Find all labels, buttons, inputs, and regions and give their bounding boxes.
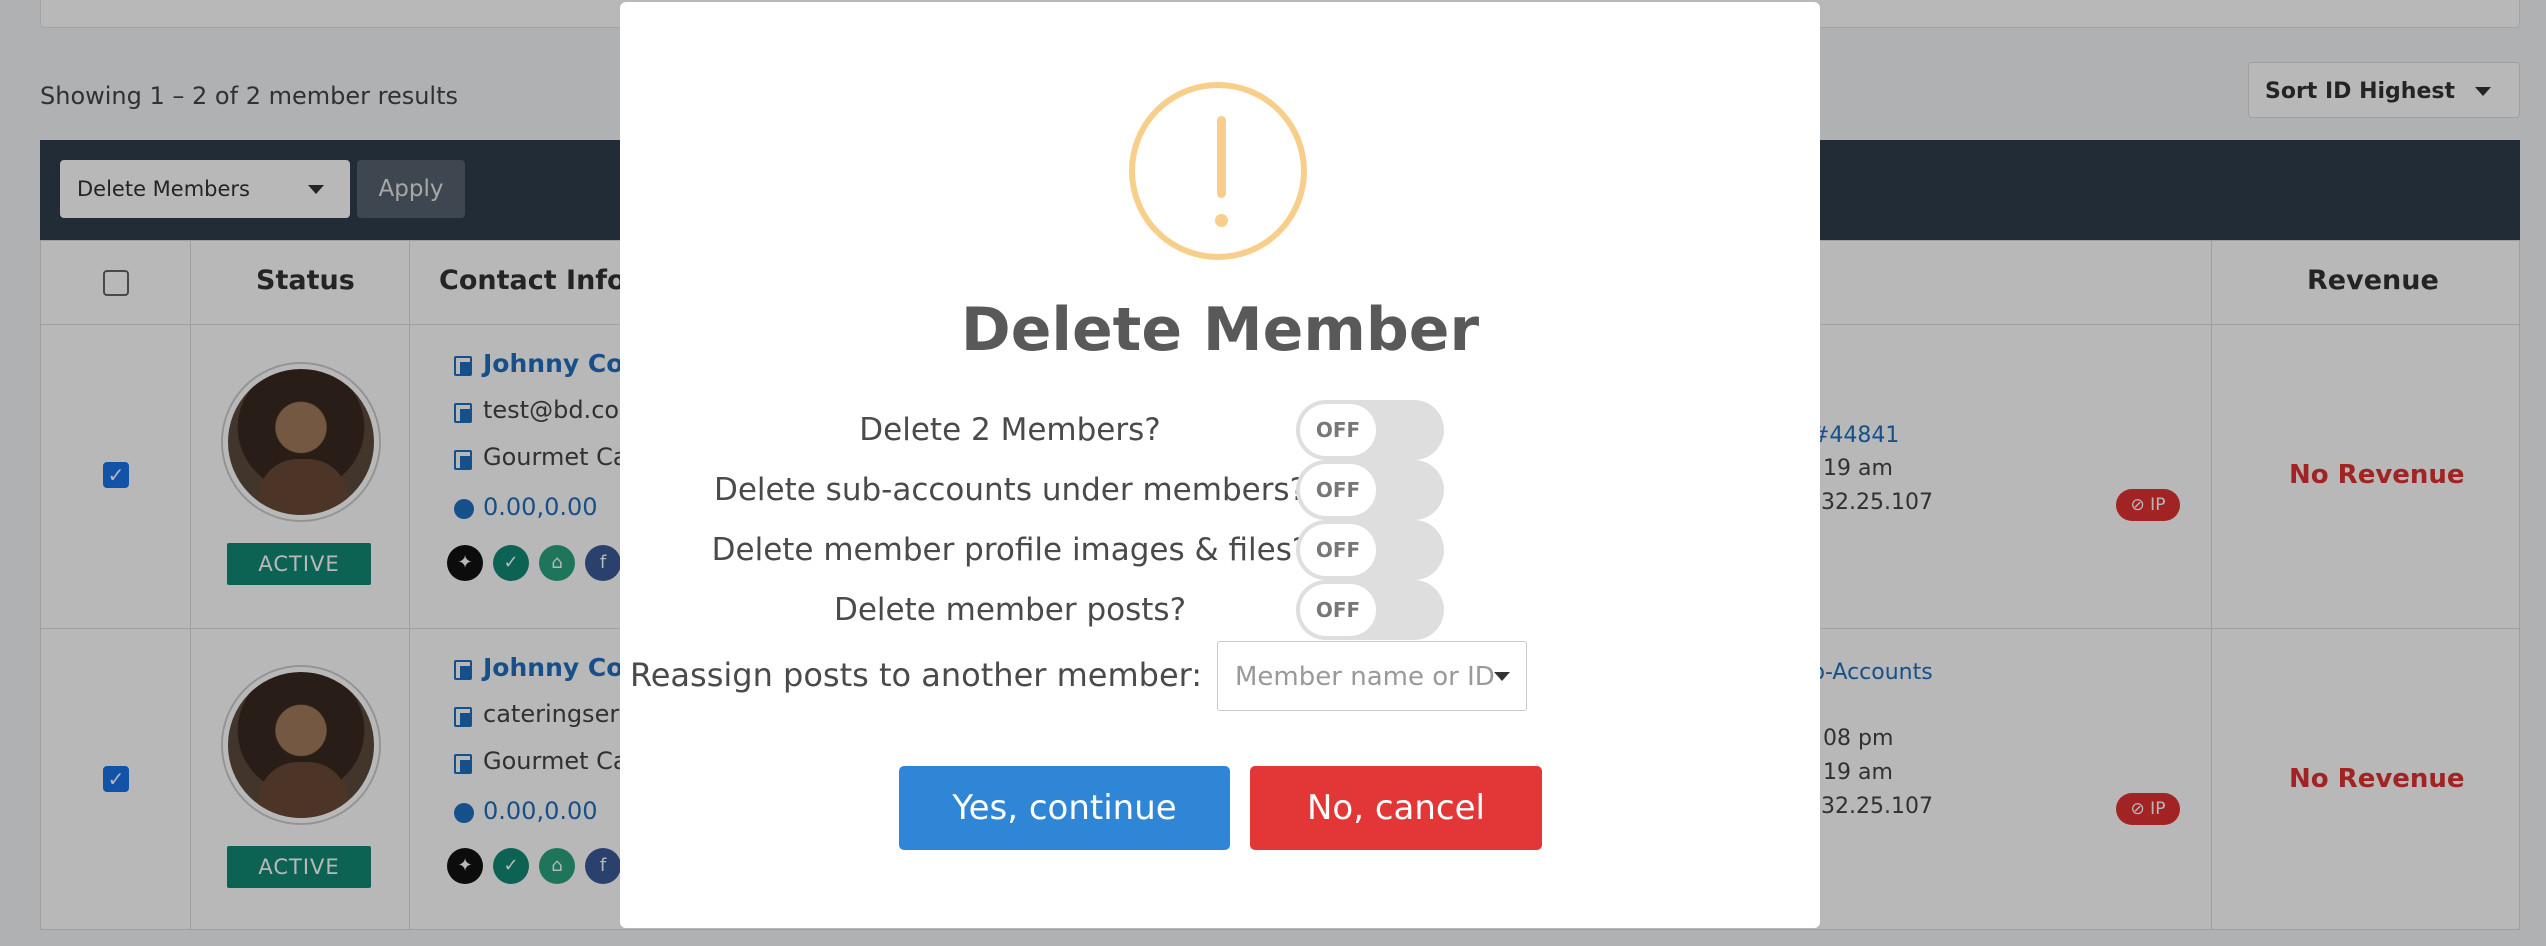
cancel-button[interactable]: No, cancel	[1250, 766, 1542, 850]
delete-posts-toggle[interactable]: OFF	[1296, 580, 1444, 640]
option-delete-files: Delete member profile images & files? OF…	[620, 520, 1820, 580]
toggle-state: OFF	[1300, 584, 1376, 636]
member-select[interactable]: Member name or ID	[1217, 641, 1527, 711]
member-select-placeholder: Member name or ID	[1235, 662, 1495, 692]
option-label: Delete member posts?	[833, 592, 1187, 628]
reassign-label: Reassign posts to another member:	[629, 656, 1202, 694]
warning-exclamation-icon	[1129, 82, 1307, 260]
option-label: Delete 2 Members?	[859, 412, 1161, 448]
option-delete-subaccounts: Delete sub-accounts under members? OFF	[620, 460, 1820, 520]
caret-down-icon	[1494, 672, 1510, 681]
delete-subaccounts-toggle[interactable]: OFF	[1296, 460, 1444, 520]
delete-members-toggle[interactable]: OFF	[1296, 400, 1444, 460]
modal-title: Delete Member	[960, 295, 1480, 365]
option-delete-members: Delete 2 Members? OFF	[620, 400, 1820, 460]
option-label: Delete member profile images & files?	[711, 532, 1309, 568]
confirm-button[interactable]: Yes, continue	[899, 766, 1230, 850]
delete-files-toggle[interactable]: OFF	[1296, 520, 1444, 580]
option-label: Delete sub-accounts under members?	[713, 472, 1307, 508]
toggle-state: OFF	[1300, 464, 1376, 516]
toggle-state: OFF	[1300, 404, 1376, 456]
option-delete-posts: Delete member posts? OFF	[620, 580, 1820, 640]
toggle-state: OFF	[1300, 524, 1376, 576]
delete-member-modal: Delete Member Delete 2 Members? OFF Dele…	[620, 2, 1820, 928]
